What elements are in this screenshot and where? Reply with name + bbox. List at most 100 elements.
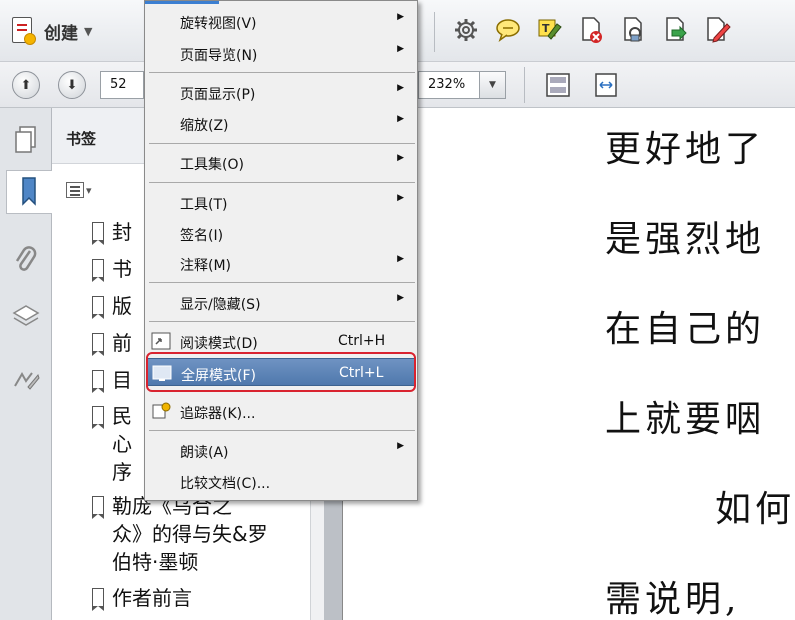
menu-item-rotate-view[interactable]: 旋转视图(V) ▶ — [146, 7, 416, 35]
highlight-annotation-ring — [146, 352, 416, 392]
submenu-arrow-icon: ▶ — [397, 441, 404, 451]
highlight-text-icon[interactable]: T — [536, 14, 564, 46]
menu-item-read-mode[interactable]: 阅读模式(D) Ctrl+H — [146, 327, 416, 355]
bookmark-label: 封 — [112, 220, 132, 244]
bookmark-icon — [92, 370, 104, 393]
page-thumbnails-button[interactable] — [6, 118, 46, 162]
menu-item-label: 阅读模式(D) — [180, 336, 258, 352]
bookmark-icon — [92, 496, 104, 519]
create-button[interactable]: 创建 ▼ — [8, 14, 92, 48]
export-document-icon[interactable] — [662, 14, 690, 46]
submenu-arrow-icon: ▶ — [397, 114, 404, 124]
bookmark-options-button[interactable]: ▾ — [66, 180, 100, 200]
menu-item-label: 朗读(A) — [180, 445, 229, 461]
chevron-down-icon: ▼ — [84, 24, 93, 38]
menu-item-compare-documents[interactable]: 比较文档(C)... — [146, 467, 416, 495]
document-text-line: 在自己的 — [605, 309, 766, 350]
bookmark-item[interactable]: 前 — [92, 329, 132, 357]
comment-bubble-icon[interactable] — [494, 14, 522, 46]
bookmark-item[interactable]: 版 — [92, 292, 132, 320]
page-number-input[interactable]: 52 — [100, 71, 144, 99]
menu-item-sign[interactable]: 签名(I) — [146, 219, 416, 247]
menu-item-label: 工具(T) — [180, 197, 228, 213]
read-mode-icon — [151, 332, 171, 350]
create-label: 创建 — [44, 23, 78, 44]
menu-item-label: 显示/隐藏(S) — [180, 297, 261, 313]
arrow-down-icon: ⬇ — [66, 77, 78, 93]
previous-page-button[interactable]: ⬆ — [12, 71, 40, 99]
submenu-arrow-icon: ▶ — [397, 153, 404, 163]
bookmark-item[interactable]: 作者前言 — [92, 584, 192, 612]
bookmark-item[interactable]: 民 心 序 — [92, 402, 132, 486]
bookmark-label: 目 — [112, 368, 132, 392]
bookmark-label: 书 — [112, 257, 132, 281]
attachments-button[interactable] — [6, 238, 46, 282]
settings-gear-icon[interactable] — [452, 14, 480, 46]
menu-separator — [149, 72, 415, 73]
bookmark-label: 版 — [112, 294, 132, 318]
toolbar-icon-group: T — [452, 14, 732, 46]
menu-item-page-display[interactable]: 页面显示(P) ▶ — [146, 78, 416, 106]
delete-page-icon[interactable] — [578, 14, 606, 46]
fit-page-icon[interactable] — [544, 71, 572, 99]
edit-document-icon[interactable] — [704, 14, 732, 46]
bookmark-item[interactable]: 书 — [92, 255, 132, 283]
zoom-level-input[interactable]: 232% — [418, 71, 480, 99]
bookmarks-tab-button[interactable] — [6, 170, 52, 214]
bookmark-icon — [92, 333, 104, 356]
layers-button[interactable] — [6, 294, 46, 338]
submenu-arrow-icon: ▶ — [397, 293, 404, 303]
bookmark-icon — [92, 296, 104, 319]
menu-item-label: 注释(M) — [180, 258, 232, 274]
menu-item-tools[interactable]: 工具(T) ▶ — [146, 188, 416, 216]
menu-separator — [149, 321, 415, 322]
options-list-icon — [66, 182, 84, 198]
menu-item-toolsets[interactable]: 工具集(O) ▶ — [146, 148, 416, 176]
svg-text:T: T — [542, 22, 550, 35]
menu-item-tracker[interactable]: 追踪器(K)... — [146, 397, 416, 425]
menu-item-label: 旋转视图(V) — [180, 16, 257, 32]
document-text-line: 如何 — [715, 489, 795, 530]
bookmark-icon — [21, 177, 36, 206]
view-menu-dropdown: 旋转视图(V) ▶ 页面导览(N) ▶ 页面显示(P) ▶ 缩放(Z) ▶ 工具… — [144, 0, 418, 501]
toolbar-divider — [434, 12, 435, 52]
bookmark-item[interactable]: 目 — [92, 366, 132, 394]
secure-document-icon[interactable] — [620, 14, 648, 46]
paperclip-icon — [15, 246, 37, 271]
fit-width-icon[interactable] — [592, 71, 620, 99]
layers-icon — [12, 305, 40, 326]
bookmark-icon — [92, 588, 104, 611]
bookmark-icon — [92, 259, 104, 282]
navigation-pane-rail — [0, 108, 52, 620]
bookmark-label: 作者前言 — [112, 586, 192, 610]
menu-item-show-hide[interactable]: 显示/隐藏(S) ▶ — [146, 288, 416, 316]
menu-item-zoom[interactable]: 缩放(Z) ▶ — [146, 109, 416, 137]
submenu-arrow-icon: ▶ — [397, 12, 404, 22]
menu-item-label: 工具集(O) — [180, 157, 244, 173]
signatures-button[interactable] — [6, 358, 46, 402]
bookmark-label: 勒庞《乌合之 众》的得与失&罗 伯特·墨顿 — [112, 494, 268, 574]
bookmark-item[interactable]: 勒庞《乌合之 众》的得与失&罗 伯特·墨顿 — [92, 492, 268, 576]
bookmark-label: 前 — [112, 331, 132, 355]
submenu-arrow-icon: ▶ — [397, 193, 404, 203]
document-text-line: 是强烈地 — [605, 219, 766, 260]
submenu-arrow-icon: ▶ — [397, 44, 404, 54]
chevron-down-icon: ▾ — [86, 183, 92, 197]
bookmark-icon — [92, 222, 104, 245]
menu-item-page-navigation[interactable]: 页面导览(N) ▶ — [146, 39, 416, 67]
menu-item-label: 页面导览(N) — [180, 48, 258, 64]
menu-item-read-aloud[interactable]: 朗读(A) ▶ — [146, 436, 416, 464]
menu-item-label: 追踪器(K)... — [180, 406, 256, 422]
menu-item-label: 缩放(Z) — [180, 118, 229, 134]
bookmark-item[interactable]: 封 — [92, 218, 132, 246]
menu-item-comment[interactable]: 注释(M) ▶ — [146, 249, 416, 277]
arrow-up-icon: ⬆ — [20, 77, 32, 93]
menu-separator — [149, 182, 415, 183]
document-text-line: 上就要咽 — [605, 399, 766, 440]
create-pdf-icon — [8, 15, 38, 47]
menu-item-label: 页面显示(P) — [180, 87, 256, 103]
next-page-button[interactable]: ⬇ — [58, 71, 86, 99]
menu-accent-bar — [145, 1, 219, 4]
document-text-line: 更好地了 — [605, 129, 766, 170]
zoom-dropdown-button[interactable]: ▼ — [480, 71, 506, 99]
